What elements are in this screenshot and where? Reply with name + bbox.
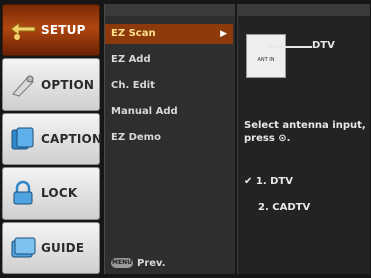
info-panel: ANT IN DTV Select antenna input, press ⊙… (237, 4, 370, 274)
setup-icon (10, 22, 36, 41)
tab-caption[interactable]: CAPTION (2, 112, 103, 166)
tab-label: OPTION (41, 77, 95, 92)
antenna-cable (268, 46, 312, 48)
menu-item-label: EZ Demo (111, 132, 161, 143)
menu-item-ez-scan[interactable]: EZ Scan ▶ (105, 24, 233, 44)
option-icon (12, 75, 34, 97)
tab-label: SETUP (41, 23, 86, 38)
setup-menu-list: EZ Scan ▶ EZ Add Ch. Edit Manual Add EZ … (104, 4, 235, 274)
menu-header-bar (105, 4, 235, 16)
option-label: 2. CADTV (258, 202, 311, 213)
antenna-label: ANT IN (257, 57, 275, 63)
menu-item-ch-edit[interactable]: Ch. Edit (105, 76, 233, 96)
tab-label: GUIDE (41, 240, 85, 255)
chevron-right-icon: ▶ (220, 29, 227, 39)
tab-setup[interactable]: SETUP (2, 4, 100, 57)
caption-icon (11, 127, 34, 150)
tab-column: SETUP OPTION CAPTION LOCK GUIDE (2, 4, 103, 275)
menu-item-manual-add[interactable]: Manual Add (105, 102, 233, 122)
signal-label: DTV (312, 40, 335, 51)
tab-label: CAPTION (41, 132, 103, 147)
prev-hint[interactable]: MENU Prev. (111, 256, 166, 270)
tab-option[interactable]: OPTION (2, 58, 100, 111)
menu-item-label: EZ Add (111, 54, 151, 65)
check-icon: ✔ (244, 176, 253, 187)
info-header-bar (238, 4, 370, 16)
tv-menu-screen: SETUP OPTION CAPTION LOCK GUIDE EZ Scan … (0, 0, 371, 278)
menu-key-icon: MENU (111, 258, 133, 268)
antenna-input-icon: ANT IN (246, 34, 286, 78)
menu-item-ez-add[interactable]: EZ Add (105, 50, 233, 70)
option-dtv[interactable]: ✔ 1. DTV (244, 176, 293, 187)
guide-icon (11, 237, 36, 258)
tab-lock[interactable]: LOCK (2, 167, 100, 220)
option-cadtv[interactable]: 2. CADTV (258, 202, 310, 213)
menu-item-label: Manual Add (111, 106, 178, 117)
lock-icon (13, 181, 33, 205)
menu-item-ez-demo[interactable]: EZ Demo (105, 128, 233, 148)
menu-item-label: Ch. Edit (111, 80, 155, 91)
menu-item-label: EZ Scan (111, 28, 156, 39)
tab-guide[interactable]: GUIDE (2, 221, 100, 275)
option-label: 1. DTV (255, 176, 293, 187)
instruction-text: Select antenna input, press ⊙. (244, 120, 366, 144)
tab-label: LOCK (41, 186, 78, 201)
prev-label: Prev. (137, 257, 166, 269)
